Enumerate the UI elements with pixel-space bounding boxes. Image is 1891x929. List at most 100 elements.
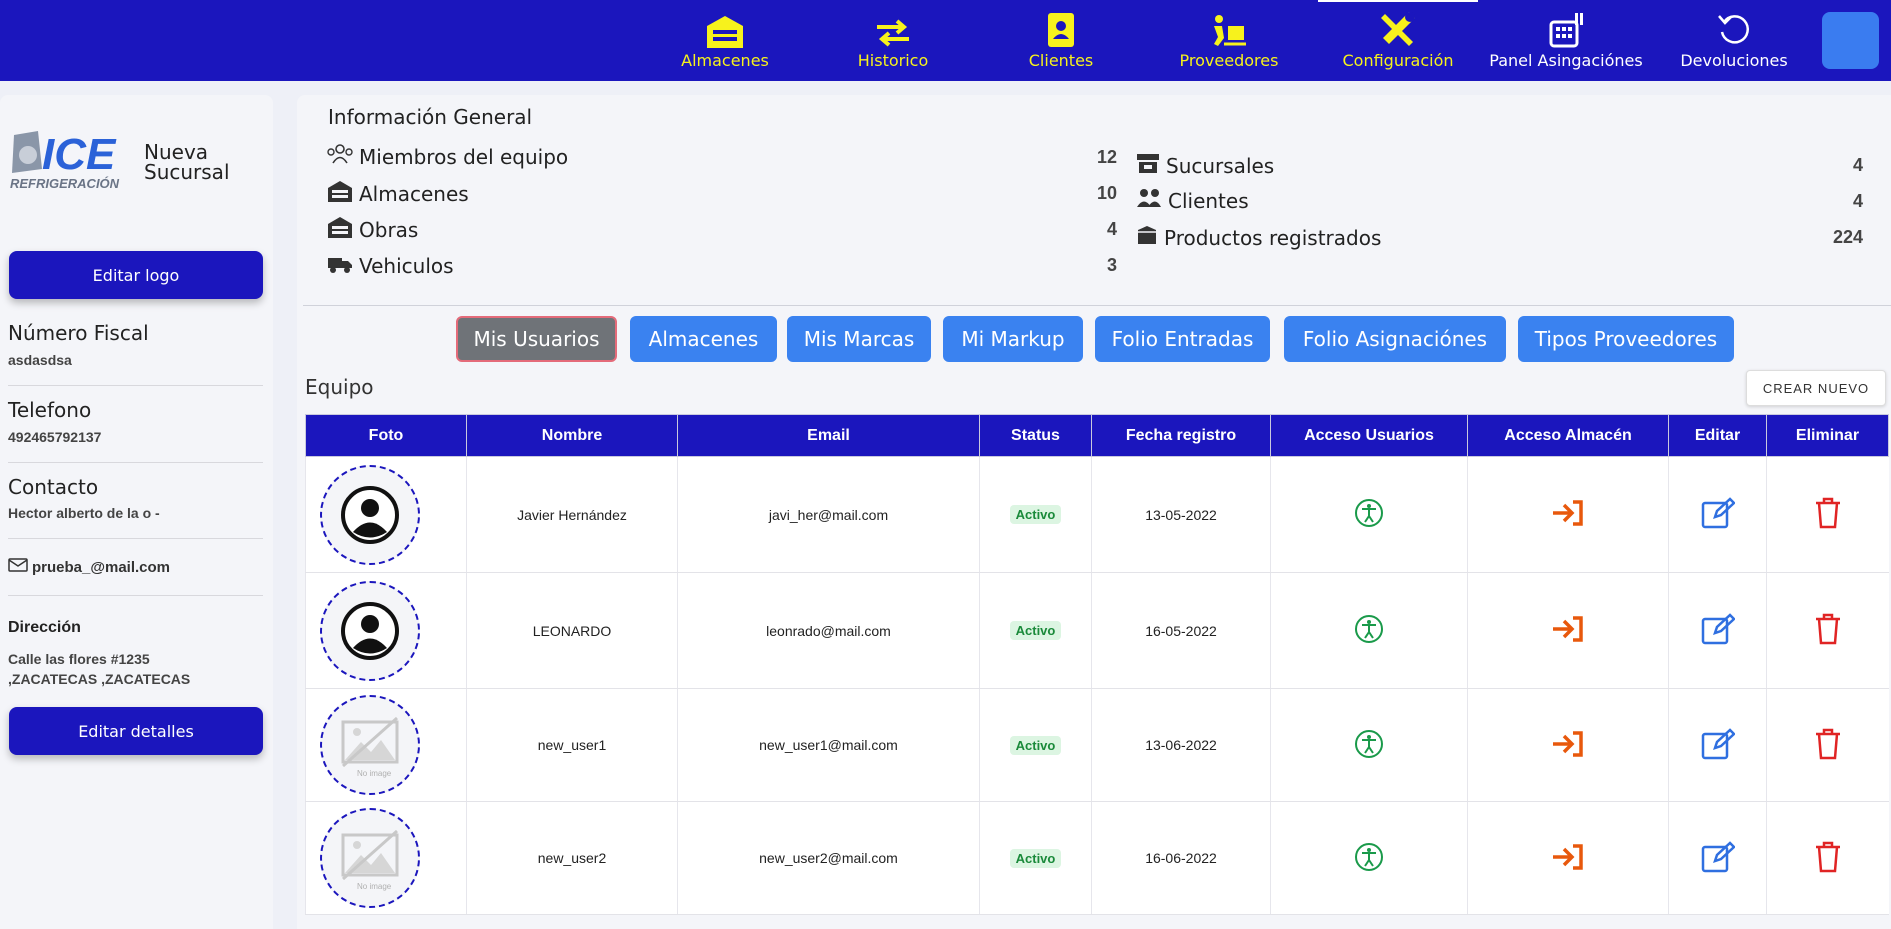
accessibility-icon[interactable] bbox=[1354, 729, 1384, 762]
stat-value: 12 bbox=[1096, 147, 1117, 167]
tab-mis-marcas[interactable]: Mis Marcas bbox=[787, 316, 931, 362]
team-table: Foto Nombre Email Status Fecha registro … bbox=[305, 414, 1889, 915]
svg-text:ICE: ICE bbox=[42, 130, 117, 179]
edit-icon[interactable] bbox=[1701, 840, 1736, 876]
edit-icon[interactable] bbox=[1701, 613, 1736, 648]
nav-label: Almacenes bbox=[681, 51, 769, 70]
status-badge: Activo bbox=[1009, 505, 1062, 524]
nav-configuracion[interactable]: Configuración bbox=[1318, 0, 1478, 81]
tab-mi-markup[interactable]: Mi Markup bbox=[943, 316, 1083, 362]
sign-in-arrow-icon[interactable] bbox=[1551, 843, 1585, 874]
register-date: 13-05-2022 bbox=[1091, 456, 1271, 573]
team-icon bbox=[327, 144, 359, 169]
edit-icon[interactable] bbox=[1701, 727, 1736, 763]
user-avatar-button[interactable] bbox=[1822, 12, 1879, 69]
column-header: Fecha registro bbox=[1091, 414, 1271, 457]
table-header-row: Foto Nombre Email Status Fecha registro … bbox=[305, 414, 1889, 457]
stat-clients: Clientes bbox=[1136, 188, 1249, 213]
nav-clientes[interactable]: Clientes bbox=[981, 0, 1141, 81]
warehouse-icon bbox=[327, 216, 359, 243]
nav-label: Panel Asingaciónes bbox=[1489, 51, 1643, 70]
nav-label: Clientes bbox=[1028, 51, 1094, 70]
edit-logo-button[interactable]: Editar logo bbox=[9, 251, 263, 299]
exchange-arrows-icon bbox=[875, 0, 911, 48]
stat-label: Sucursales bbox=[1166, 153, 1275, 178]
nav-panel-asignaciones[interactable]: Panel Asingaciónes bbox=[1486, 0, 1646, 81]
tab-mis-usuarios[interactable]: Mis Usuarios bbox=[456, 316, 617, 362]
nav-historico[interactable]: Historico bbox=[813, 0, 973, 81]
tools-icon bbox=[1379, 0, 1417, 48]
sign-in-arrow-icon[interactable] bbox=[1551, 730, 1585, 761]
user-email: javi_her@mail.com bbox=[677, 456, 980, 573]
users-icon bbox=[1136, 188, 1168, 213]
nav-proveedores[interactable]: Proveedores bbox=[1149, 0, 1309, 81]
stat-products: Productos registrados bbox=[1136, 224, 1381, 251]
trash-icon[interactable] bbox=[1814, 841, 1842, 876]
stat-label: Clientes bbox=[1168, 188, 1249, 213]
stat-value: 4 bbox=[1106, 219, 1117, 239]
column-header: Acceso Usuarios bbox=[1270, 414, 1468, 457]
envelope-icon bbox=[8, 557, 32, 577]
column-header: Email bbox=[677, 414, 980, 457]
info-title: Información General bbox=[328, 105, 533, 129]
table-row: No image new_user1 new_user1@mail.com Ac… bbox=[305, 688, 1889, 802]
svg-text:No image: No image bbox=[357, 769, 392, 778]
edit-details-button[interactable]: Editar detalles bbox=[9, 707, 263, 755]
warehouse-icon bbox=[327, 180, 359, 207]
accessibility-icon[interactable] bbox=[1354, 615, 1384, 647]
user-photo[interactable] bbox=[320, 464, 420, 565]
sign-in-arrow-icon[interactable] bbox=[1551, 500, 1585, 530]
column-header: Status bbox=[979, 414, 1092, 457]
user-photo[interactable] bbox=[320, 580, 420, 681]
divider bbox=[8, 385, 263, 386]
stat-label: Productos registrados bbox=[1164, 225, 1382, 250]
contact-book-icon bbox=[1046, 0, 1076, 48]
tab-folio-entradas[interactable]: Folio Entradas bbox=[1095, 316, 1270, 362]
column-header: Acceso Almacén bbox=[1467, 414, 1669, 457]
table-row: LEONARDO leonrado@mail.com Activo 16-05-… bbox=[305, 572, 1889, 689]
svg-text:REFRIGERACIÓN: REFRIGERACIÓN bbox=[10, 176, 120, 191]
team-section-title: Equipo bbox=[305, 375, 374, 399]
store-icon bbox=[1136, 152, 1166, 179]
table-row: Javier Hernández javi_her@mail.com Activ… bbox=[305, 456, 1889, 573]
tab-tipos-proveedores[interactable]: Tipos Proveedores bbox=[1518, 316, 1734, 362]
trash-icon[interactable] bbox=[1814, 728, 1842, 763]
tab-folio-asignaciones[interactable]: Folio Asignaciónes bbox=[1284, 316, 1506, 362]
branch-name: Nueva Sucursal bbox=[144, 140, 230, 184]
user-photo[interactable]: No image bbox=[320, 695, 420, 795]
status-badge: Activo bbox=[1009, 621, 1062, 640]
trash-icon[interactable] bbox=[1814, 613, 1842, 648]
accessibility-icon[interactable] bbox=[1354, 842, 1384, 875]
stat-branches: Sucursales bbox=[1136, 152, 1274, 179]
stat-value: 224 bbox=[1832, 227, 1863, 247]
accessibility-icon[interactable] bbox=[1354, 499, 1384, 531]
user-photo[interactable]: No image bbox=[320, 808, 420, 908]
user-name: Javier Hernández bbox=[466, 456, 678, 573]
nav-almacenes[interactable]: Almacenes bbox=[645, 0, 805, 81]
stat-value: 3 bbox=[1106, 255, 1117, 275]
status-badge: Activo bbox=[1009, 848, 1062, 868]
nav-label: Devoluciones bbox=[1680, 51, 1788, 70]
stat-obras: Obras bbox=[327, 216, 418, 243]
nav-devoluciones[interactable]: Devoluciones bbox=[1654, 0, 1814, 81]
truck-icon bbox=[327, 252, 359, 279]
fiscal-value: asdasdsa bbox=[8, 352, 72, 368]
sign-in-arrow-icon[interactable] bbox=[1551, 616, 1585, 646]
nav-label: Proveedores bbox=[1179, 51, 1279, 70]
stat-label: Miembros del equipo bbox=[359, 144, 569, 169]
email-row: prueba_@mail.com bbox=[8, 557, 170, 577]
trash-icon[interactable] bbox=[1814, 497, 1842, 532]
stat-value: 10 bbox=[1096, 183, 1117, 203]
company-logo: ICE REFRIGERACIÓN bbox=[8, 125, 128, 193]
dolly-icon bbox=[1210, 0, 1248, 48]
address-line2: ,ZACATECAS ,ZACATECAS bbox=[8, 671, 191, 687]
column-header: Eliminar bbox=[1766, 414, 1889, 457]
user-email: leonrado@mail.com bbox=[677, 572, 980, 689]
tab-almacenes[interactable]: Almacenes bbox=[630, 316, 777, 362]
divider bbox=[303, 305, 1891, 306]
box-icon bbox=[1136, 224, 1164, 251]
create-new-button[interactable]: CREAR NUEVO bbox=[1746, 370, 1886, 406]
register-date: 16-05-2022 bbox=[1091, 572, 1271, 689]
nav-label: Historico bbox=[857, 51, 929, 70]
edit-icon[interactable] bbox=[1701, 497, 1736, 532]
